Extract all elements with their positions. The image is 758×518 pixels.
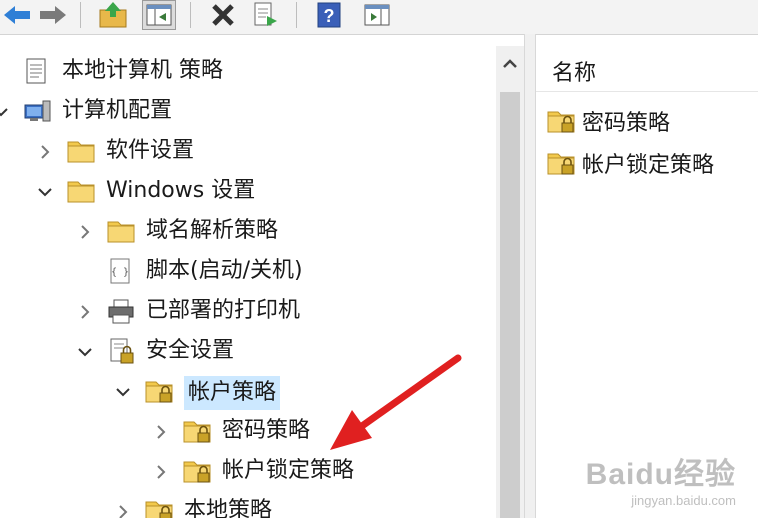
tree-item-label: 软件设置 — [106, 138, 195, 163]
watermark-url: jingyan.baidu.com — [631, 493, 736, 508]
tree-item[interactable]: 软件设置 — [0, 134, 496, 168]
tree-item-label: 已部署的打印机 — [146, 298, 301, 323]
tree-item-label: 计算机配置 — [62, 98, 173, 123]
tree-item[interactable]: 密码策略 — [0, 414, 496, 448]
folder-up-icon — [99, 2, 127, 28]
tree-item-label: 帐户锁定策略 — [222, 458, 355, 483]
folder-icon — [66, 136, 96, 166]
tree-item[interactable]: 帐户策略 — [0, 374, 496, 410]
back-button[interactable] — [0, 0, 34, 30]
action-pane-icon — [364, 4, 390, 26]
list-item-label: 帐户锁定策略 — [582, 153, 715, 178]
chevron-right-icon[interactable] — [114, 502, 132, 518]
scroll-thumb[interactable] — [500, 92, 520, 518]
console-tree-icon — [146, 4, 172, 26]
tree-item-label: 本地策略 — [184, 498, 273, 518]
tree-item[interactable]: 本地策略 — [0, 494, 496, 518]
watermark: Baidu经验 jingyan.baidu.com — [586, 449, 736, 508]
tree-item-label: Windows 设置 — [106, 178, 256, 203]
chevron-placeholder — [76, 262, 94, 280]
show-hide-tree-button[interactable] — [142, 0, 176, 30]
help-icon: ? — [317, 2, 341, 28]
chevron-right-icon[interactable] — [76, 302, 94, 320]
toolbar: ? — [0, 0, 758, 35]
list-item-label: 密码策略 — [582, 111, 671, 136]
script-icon: { } — [106, 256, 136, 286]
tree-item-label: 密码策略 — [222, 418, 311, 443]
chevron-placeholder — [0, 62, 10, 80]
export-list-button[interactable] — [248, 0, 282, 30]
chevron-down-icon[interactable] — [36, 182, 54, 200]
printer-icon — [106, 296, 136, 326]
security-settings-icon — [106, 336, 136, 366]
forward-arrow-icon — [40, 6, 66, 24]
chevron-down-icon[interactable] — [0, 102, 10, 120]
export-list-icon — [254, 2, 277, 26]
secure-folder-icon — [144, 376, 174, 406]
tree-item[interactable]: 安全设置 — [0, 334, 496, 368]
delete-button[interactable] — [206, 0, 240, 30]
details-pane: 名称 密码策略帐户锁定策略 — [536, 46, 758, 518]
tree-item-label: 脚本(启动/关机) — [146, 258, 303, 283]
secure-folder-icon — [546, 106, 576, 136]
chevron-right-icon[interactable] — [36, 142, 54, 160]
folder-icon — [66, 176, 96, 206]
console-tree: 本地计算机 策略 计算机配置软件设置 Windows 设置域名解析策略 { } 脚本(启… — [0, 46, 524, 518]
scroll-up-icon[interactable] — [500, 54, 520, 74]
back-arrow-icon — [4, 6, 30, 24]
secure-folder-icon — [182, 416, 212, 446]
show-action-pane-button[interactable] — [360, 0, 394, 30]
forward-button[interactable] — [36, 0, 70, 30]
tree-item[interactable]: 本地计算机 策略 — [0, 54, 496, 88]
chevron-right-icon[interactable] — [152, 462, 170, 480]
chevron-down-icon[interactable] — [76, 342, 94, 360]
help-button[interactable]: ? — [312, 0, 346, 30]
tree-item[interactable]: 帐户锁定策略 — [0, 454, 496, 488]
up-folder-button[interactable] — [96, 0, 130, 30]
toolbar-separator — [190, 2, 191, 28]
toolbar-separator — [80, 2, 81, 28]
chevron-right-icon[interactable] — [152, 422, 170, 440]
tree-item-label: 安全设置 — [146, 338, 235, 363]
tree-scrollbar[interactable] — [496, 46, 524, 518]
pane-splitter[interactable] — [524, 34, 536, 518]
folder-icon — [106, 216, 136, 246]
secure-folder-icon — [182, 456, 212, 486]
chevron-down-icon[interactable] — [114, 382, 132, 400]
tree-item[interactable]: { } 脚本(启动/关机) — [0, 254, 496, 288]
tree-item[interactable]: 计算机配置 — [0, 94, 496, 128]
toolbar-separator — [296, 2, 297, 28]
list-item[interactable]: 密码策略 — [546, 104, 670, 138]
computer-icon — [22, 96, 52, 126]
delete-x-icon — [212, 4, 234, 26]
list-item[interactable]: 帐户锁定策略 — [546, 146, 714, 180]
column-header-name[interactable]: 名称 — [536, 56, 758, 92]
svg-text:{ }: { } — [111, 267, 129, 278]
tree-item[interactable]: 已部署的打印机 — [0, 294, 496, 328]
secure-folder-icon — [144, 496, 174, 518]
chevron-right-icon[interactable] — [76, 222, 94, 240]
svg-text:?: ? — [324, 6, 335, 26]
watermark-brand: Baidu经验 — [585, 458, 736, 491]
tree-item-label: 帐户策略 — [184, 376, 281, 410]
tree-item-label: 本地计算机 策略 — [62, 58, 223, 83]
tree-item[interactable]: 域名解析策略 — [0, 214, 496, 248]
tree-item-label: 域名解析策略 — [146, 218, 279, 243]
secure-folder-icon — [546, 148, 576, 178]
tree-item[interactable]: Windows 设置 — [0, 174, 496, 208]
policy-document-icon — [22, 56, 52, 86]
